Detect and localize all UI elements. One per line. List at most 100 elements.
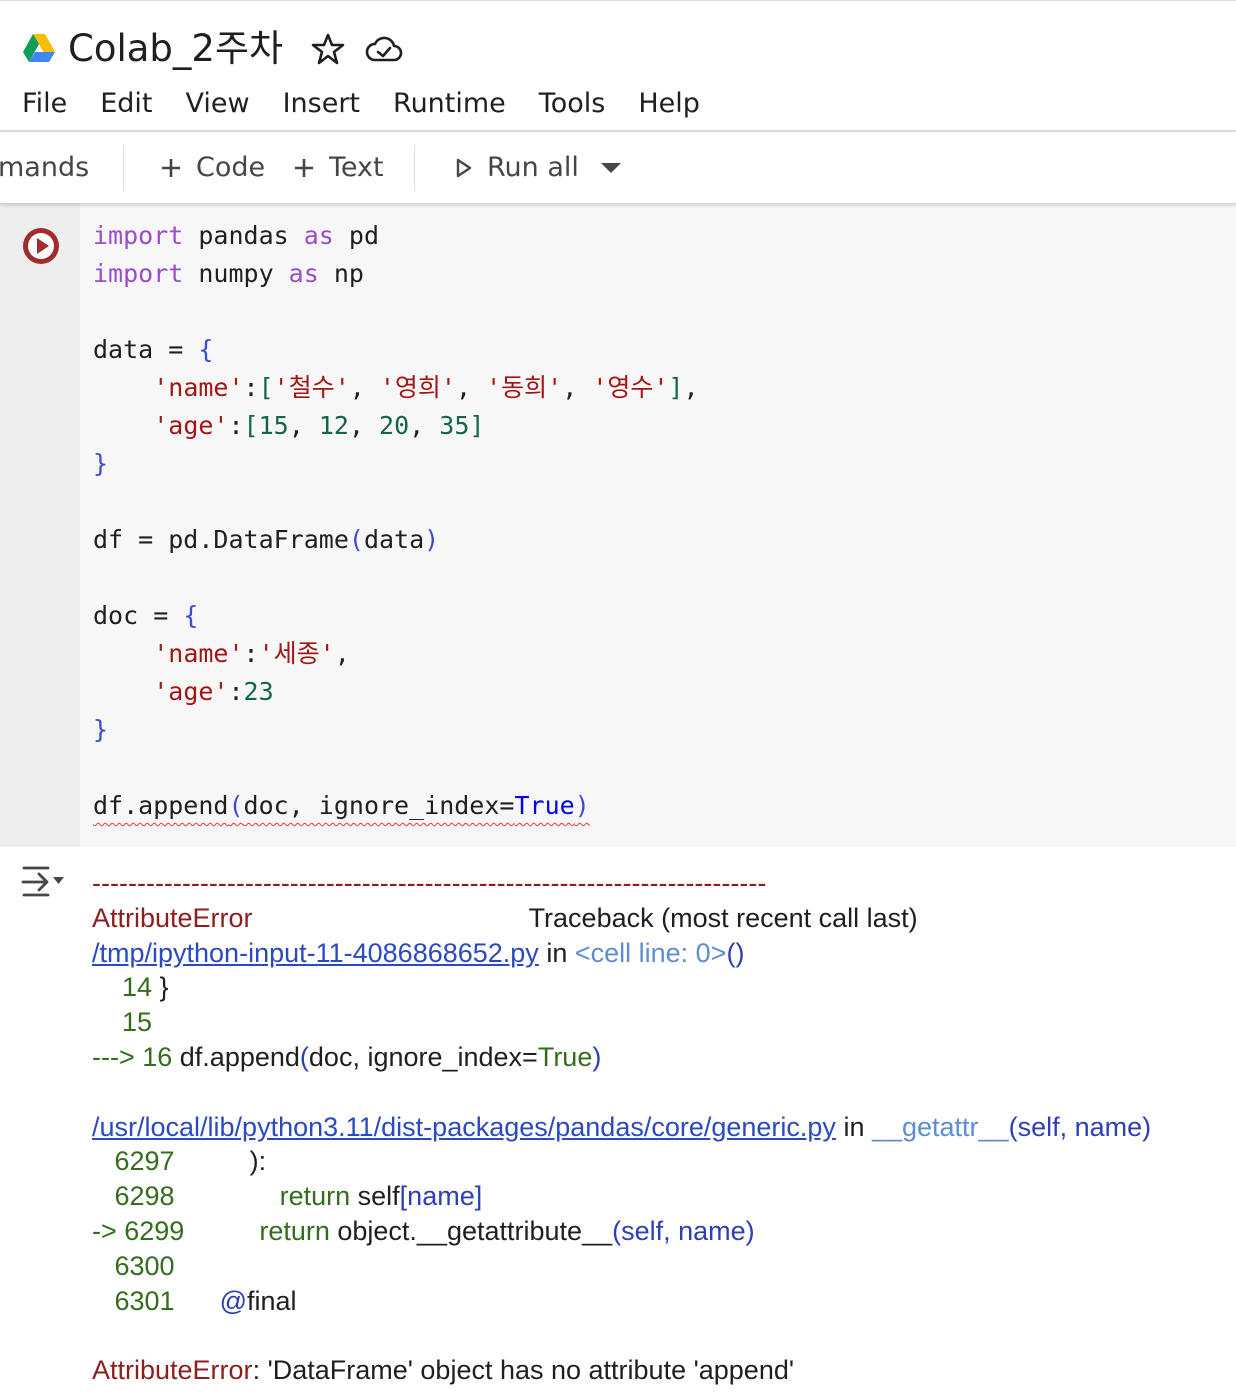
code-token: 15	[258, 411, 289, 440]
run-all-button[interactable]: Run all	[487, 150, 579, 186]
code-token: pd	[333, 221, 379, 250]
traceback-file-link[interactable]: /usr/local/lib/python3.11/dist-packages/…	[92, 1112, 836, 1142]
code-token: 12	[318, 411, 349, 440]
code-token: [	[243, 411, 259, 440]
output-text: (self, name)	[1008, 1111, 1152, 1142]
output-text: }	[152, 972, 169, 1003]
star-icon[interactable]	[310, 31, 346, 67]
code-token: pandas	[183, 221, 304, 250]
menu-edit[interactable]: Edit	[100, 85, 152, 125]
traceback-file-link[interactable]: /tmp/ipython-input-11-4086868652.py	[92, 938, 539, 968]
code-token: :	[243, 373, 259, 402]
output-text: 6300	[92, 1250, 175, 1281]
code-cell[interactable]: import pandas as pd import numpy as np d…	[0, 203, 1236, 847]
output-text: <cell line: 0>	[574, 937, 727, 968]
chevron-down-icon[interactable]	[600, 162, 622, 174]
code-token: data	[363, 525, 425, 554]
code-token: data =	[93, 335, 199, 364]
run-cell-icon[interactable]	[22, 227, 60, 265]
code-editor[interactable]: import pandas as pd import numpy as np d…	[93, 217, 699, 825]
output-text: 6301	[92, 1285, 175, 1316]
output-actions-icon[interactable]	[20, 862, 66, 902]
code-token: df = pd.DataFrame	[93, 525, 349, 554]
code-token: }	[93, 715, 109, 744]
code-token: ,	[349, 373, 380, 402]
code-token: ,	[562, 373, 593, 402]
code-token: import	[93, 259, 184, 288]
output-text: Traceback (most recent call last)	[528, 902, 918, 933]
error-message: : 'DataFrame' object has no attribute 'a…	[252, 1355, 794, 1386]
output-text: ----------------------------------------…	[92, 868, 767, 898]
code-token: ,	[409, 411, 440, 440]
code-token: :	[243, 639, 259, 668]
error-type: AttributeError	[92, 902, 253, 933]
code-token: '철수'	[273, 373, 350, 402]
cell-output: ----------------------------------------…	[92, 866, 1151, 1388]
output-text: (self, name)	[612, 1215, 755, 1246]
output-text: self	[350, 1181, 400, 1212]
output-text: 14	[92, 972, 153, 1003]
output-text: return	[174, 1181, 351, 1212]
output-text: [name]	[399, 1181, 483, 1212]
code-token: ,	[683, 373, 699, 402]
code-token: ]	[469, 411, 485, 440]
menu-tools[interactable]: Tools	[539, 85, 606, 125]
output-text: in	[538, 937, 575, 968]
notebook-toolbar: mands Code Text Run all	[0, 133, 1236, 203]
code-token: ,	[334, 639, 350, 668]
code-token: :	[228, 411, 244, 440]
add-code-button[interactable]: Code	[196, 150, 265, 186]
menu-runtime[interactable]: Runtime	[393, 85, 506, 125]
commands-button[interactable]: mands	[0, 150, 89, 186]
output-text: final	[247, 1285, 297, 1316]
play-icon[interactable]	[455, 158, 473, 178]
menu-view[interactable]: View	[185, 85, 249, 125]
code-token: 20	[379, 411, 410, 440]
google-drive-icon[interactable]	[22, 33, 56, 63]
output-text: ()	[726, 937, 745, 968]
code-token: 23	[243, 677, 274, 706]
menu-help[interactable]: Help	[638, 85, 700, 125]
code-token: :	[228, 677, 244, 706]
output-text: return	[184, 1215, 330, 1246]
menu-file[interactable]: File	[22, 85, 67, 125]
code-token: doc, ignore_index=	[243, 791, 515, 820]
output-text: doc, ignore_index=	[308, 1041, 538, 1072]
code-token: np	[318, 259, 364, 288]
code-token: ]	[668, 373, 684, 402]
code-token: '세종'	[258, 639, 335, 668]
code-token: 'age'	[153, 411, 229, 440]
error-underline: df.append(doc, ignore_index=True)	[93, 791, 590, 820]
code-token: ,	[455, 373, 487, 402]
code-token: )	[574, 791, 590, 820]
menu-insert[interactable]: Insert	[283, 85, 360, 125]
output-text: True	[537, 1041, 593, 1072]
add-text-button[interactable]: Text	[329, 150, 384, 186]
add-text-icon[interactable]	[293, 157, 315, 179]
code-token: [	[258, 373, 274, 402]
code-token: '영희'	[379, 373, 456, 402]
add-code-icon[interactable]	[160, 157, 182, 179]
code-token: '동희'	[486, 373, 563, 402]
output-text: 6297	[92, 1146, 175, 1177]
cell-gutter	[0, 203, 80, 847]
code-token: }	[93, 449, 109, 478]
code-token: 'name'	[153, 639, 244, 668]
output-text: )	[592, 1041, 602, 1072]
output-text: @	[174, 1285, 247, 1316]
code-token: {	[198, 335, 214, 364]
cloud-saved-icon[interactable]	[364, 31, 404, 67]
toolbar-divider	[123, 145, 124, 191]
output-text: (	[299, 1041, 309, 1072]
output-text: df.append	[172, 1041, 300, 1072]
output-text: __getattr__	[871, 1111, 1009, 1142]
code-token: import	[93, 221, 184, 250]
notebook-title[interactable]: Colab_2주차	[68, 25, 283, 73]
toolbar-divider	[414, 145, 415, 191]
code-token: doc =	[93, 601, 184, 630]
code-token: {	[183, 601, 199, 630]
code-token: df.append	[93, 791, 229, 820]
